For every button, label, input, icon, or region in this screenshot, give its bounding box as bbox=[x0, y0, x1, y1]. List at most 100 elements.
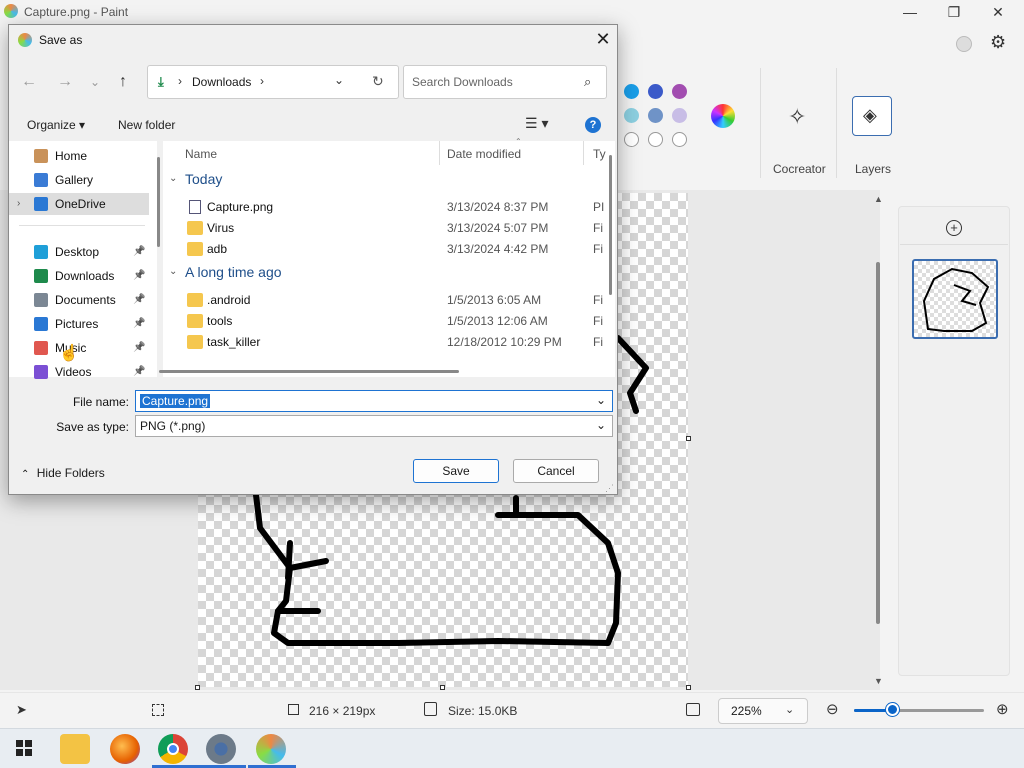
file-row[interactable]: Virus 3/13/2024 5:07 PM Fi bbox=[163, 218, 603, 239]
chevron-down-icon: ⌄ bbox=[785, 704, 795, 716]
canvas-size-icon bbox=[288, 704, 299, 715]
start-icon[interactable] bbox=[16, 740, 32, 756]
search-box[interactable]: Search Downloads ⌕ bbox=[403, 65, 607, 99]
resize-grip-icon[interactable]: ⋰ bbox=[605, 483, 614, 494]
zoom-out-icon[interactable]: ⊖ bbox=[826, 700, 839, 718]
layers-button[interactable]: ◈ bbox=[852, 96, 892, 136]
file-list-vertical-scrollbar[interactable] bbox=[609, 155, 612, 295]
chevron-down-icon[interactable]: ⌄ bbox=[596, 393, 606, 407]
nav-item-pictures[interactable]: Pictures 📌 bbox=[9, 313, 149, 335]
save-type-select[interactable]: PNG (*.png) ⌄ bbox=[135, 415, 613, 437]
refresh-icon[interactable]: ↻ bbox=[372, 73, 384, 90]
file-row[interactable]: .android 1/5/2013 6:05 AM Fi bbox=[163, 290, 603, 311]
paint-app-icon bbox=[18, 33, 32, 47]
close-window-button[interactable]: ✕ bbox=[978, 2, 1018, 22]
color-swatch[interactable] bbox=[672, 132, 687, 147]
settings-app-icon[interactable] bbox=[206, 734, 236, 764]
save-button[interactable]: Save bbox=[413, 459, 499, 483]
nav-item-desktop[interactable]: Desktop 📌 bbox=[9, 241, 149, 263]
zoom-dropdown[interactable]: 225% ⌄ bbox=[718, 698, 808, 724]
file-type: Fi bbox=[593, 314, 603, 328]
pictures-icon bbox=[34, 317, 48, 331]
search-input[interactable]: Search Downloads bbox=[412, 75, 513, 89]
column-divider bbox=[439, 141, 440, 165]
resize-handle[interactable] bbox=[686, 685, 691, 690]
color-swatch[interactable] bbox=[648, 108, 663, 123]
group-header[interactable]: A long time ago bbox=[185, 264, 282, 280]
settings-icon[interactable]: ⚙ bbox=[990, 32, 1006, 53]
nav-item-videos[interactable]: Videos 📌 bbox=[9, 361, 149, 383]
nav-item-music[interactable]: Music 📌 bbox=[9, 337, 149, 359]
nav-item-documents[interactable]: Documents 📌 bbox=[9, 289, 149, 311]
color-swatch[interactable] bbox=[624, 108, 639, 123]
address-bar[interactable]: ⤓ › Downloads › ⌄ ↻ bbox=[147, 65, 399, 99]
view-options-icon[interactable]: ☰ ▾ bbox=[525, 115, 548, 132]
nav-item-label: Documents bbox=[55, 293, 116, 307]
new-folder-button[interactable]: New folder bbox=[118, 118, 175, 132]
zoom-in-icon[interactable]: ⊕ bbox=[996, 700, 1009, 718]
cancel-button[interactable]: Cancel bbox=[513, 459, 599, 483]
folder-icon bbox=[187, 314, 203, 328]
firefox-icon[interactable] bbox=[110, 734, 140, 764]
color-swatch[interactable] bbox=[648, 84, 663, 99]
zoom-value: 225% bbox=[731, 704, 762, 718]
scroll-up-arrow[interactable]: ▲ bbox=[874, 194, 883, 204]
account-icon[interactable] bbox=[956, 36, 972, 52]
hide-folders-button[interactable]: ⌃ Hide Folders bbox=[21, 466, 105, 480]
file-row[interactable]: task_killer 12/18/2012 10:29 PM Fi bbox=[163, 332, 603, 353]
cloud-icon bbox=[34, 197, 48, 211]
help-icon[interactable]: ? bbox=[585, 117, 601, 133]
file-name-input[interactable]: Capture.png ⌄ bbox=[135, 390, 613, 412]
color-swatch[interactable] bbox=[624, 132, 639, 147]
resize-handle[interactable] bbox=[195, 685, 200, 690]
file-date: 3/13/2024 8:37 PM bbox=[447, 200, 549, 214]
column-header-date[interactable]: Date modified bbox=[447, 147, 521, 161]
file-type: Fi bbox=[593, 293, 603, 307]
maximize-button[interactable]: ❐ bbox=[934, 2, 974, 22]
file-row[interactable]: adb 3/13/2024 4:42 PM Fi bbox=[163, 239, 603, 260]
file-explorer-icon[interactable] bbox=[60, 734, 90, 764]
cocreator-icon[interactable]: ✧ bbox=[788, 104, 806, 130]
chevron-down-icon[interactable]: ⌄ bbox=[334, 73, 344, 87]
scroll-down-arrow[interactable]: ▼ bbox=[874, 676, 883, 686]
save-type-value: PNG (*.png) bbox=[140, 419, 206, 433]
expand-chevron-icon[interactable]: › bbox=[17, 193, 20, 215]
layer-thumbnail[interactable] bbox=[912, 259, 998, 339]
forward-arrow-icon[interactable]: → bbox=[53, 71, 77, 93]
paint-taskbar-icon[interactable] bbox=[256, 734, 286, 764]
column-divider bbox=[583, 141, 584, 165]
file-list-horizontal-scrollbar[interactable] bbox=[159, 370, 459, 373]
canvas-vertical-scrollbar[interactable] bbox=[876, 262, 880, 624]
color-swatch[interactable] bbox=[672, 108, 687, 123]
color-swatch[interactable] bbox=[648, 132, 663, 147]
color-swatch[interactable] bbox=[624, 84, 639, 99]
column-header-type[interactable]: Ty bbox=[593, 147, 606, 161]
search-icon: ⌕ bbox=[584, 74, 592, 89]
breadcrumb-location[interactable]: Downloads bbox=[192, 75, 251, 89]
group-collapse-icon[interactable]: ⌄ bbox=[169, 173, 177, 184]
column-header-name[interactable]: Name bbox=[185, 147, 217, 161]
nav-item-onedrive[interactable]: › OneDrive bbox=[9, 193, 149, 215]
add-layer-icon[interactable]: + bbox=[946, 220, 962, 236]
organize-button[interactable]: Organize ▾ bbox=[27, 118, 85, 132]
nav-item-downloads[interactable]: Downloads 📌 bbox=[9, 265, 149, 287]
nav-item-gallery[interactable]: Gallery bbox=[9, 169, 149, 191]
resize-handle[interactable] bbox=[686, 436, 691, 441]
file-row[interactable]: tools 1/5/2013 12:06 AM Fi bbox=[163, 311, 603, 332]
zoom-slider-thumb[interactable] bbox=[886, 703, 899, 716]
fit-to-window-icon[interactable] bbox=[686, 703, 700, 716]
color-swatch[interactable] bbox=[672, 84, 687, 99]
group-header[interactable]: Today bbox=[185, 171, 222, 187]
group-collapse-icon[interactable]: ⌄ bbox=[169, 266, 177, 277]
nav-item-home[interactable]: Home bbox=[9, 145, 149, 167]
color-picker-icon[interactable] bbox=[711, 104, 735, 128]
close-icon[interactable]: ✕ bbox=[591, 28, 615, 52]
layers-icon: ◈ bbox=[863, 105, 877, 125]
file-row[interactable]: Capture.png 3/13/2024 8:37 PM PI bbox=[163, 197, 604, 218]
minimize-button[interactable]: — bbox=[890, 2, 930, 22]
recent-locations-icon[interactable]: ⌄ bbox=[83, 71, 107, 93]
up-arrow-icon[interactable]: ↑ bbox=[111, 71, 135, 93]
resize-handle[interactable] bbox=[440, 685, 445, 690]
back-arrow-icon[interactable]: ← bbox=[17, 71, 41, 93]
nav-scrollbar[interactable] bbox=[157, 157, 160, 247]
